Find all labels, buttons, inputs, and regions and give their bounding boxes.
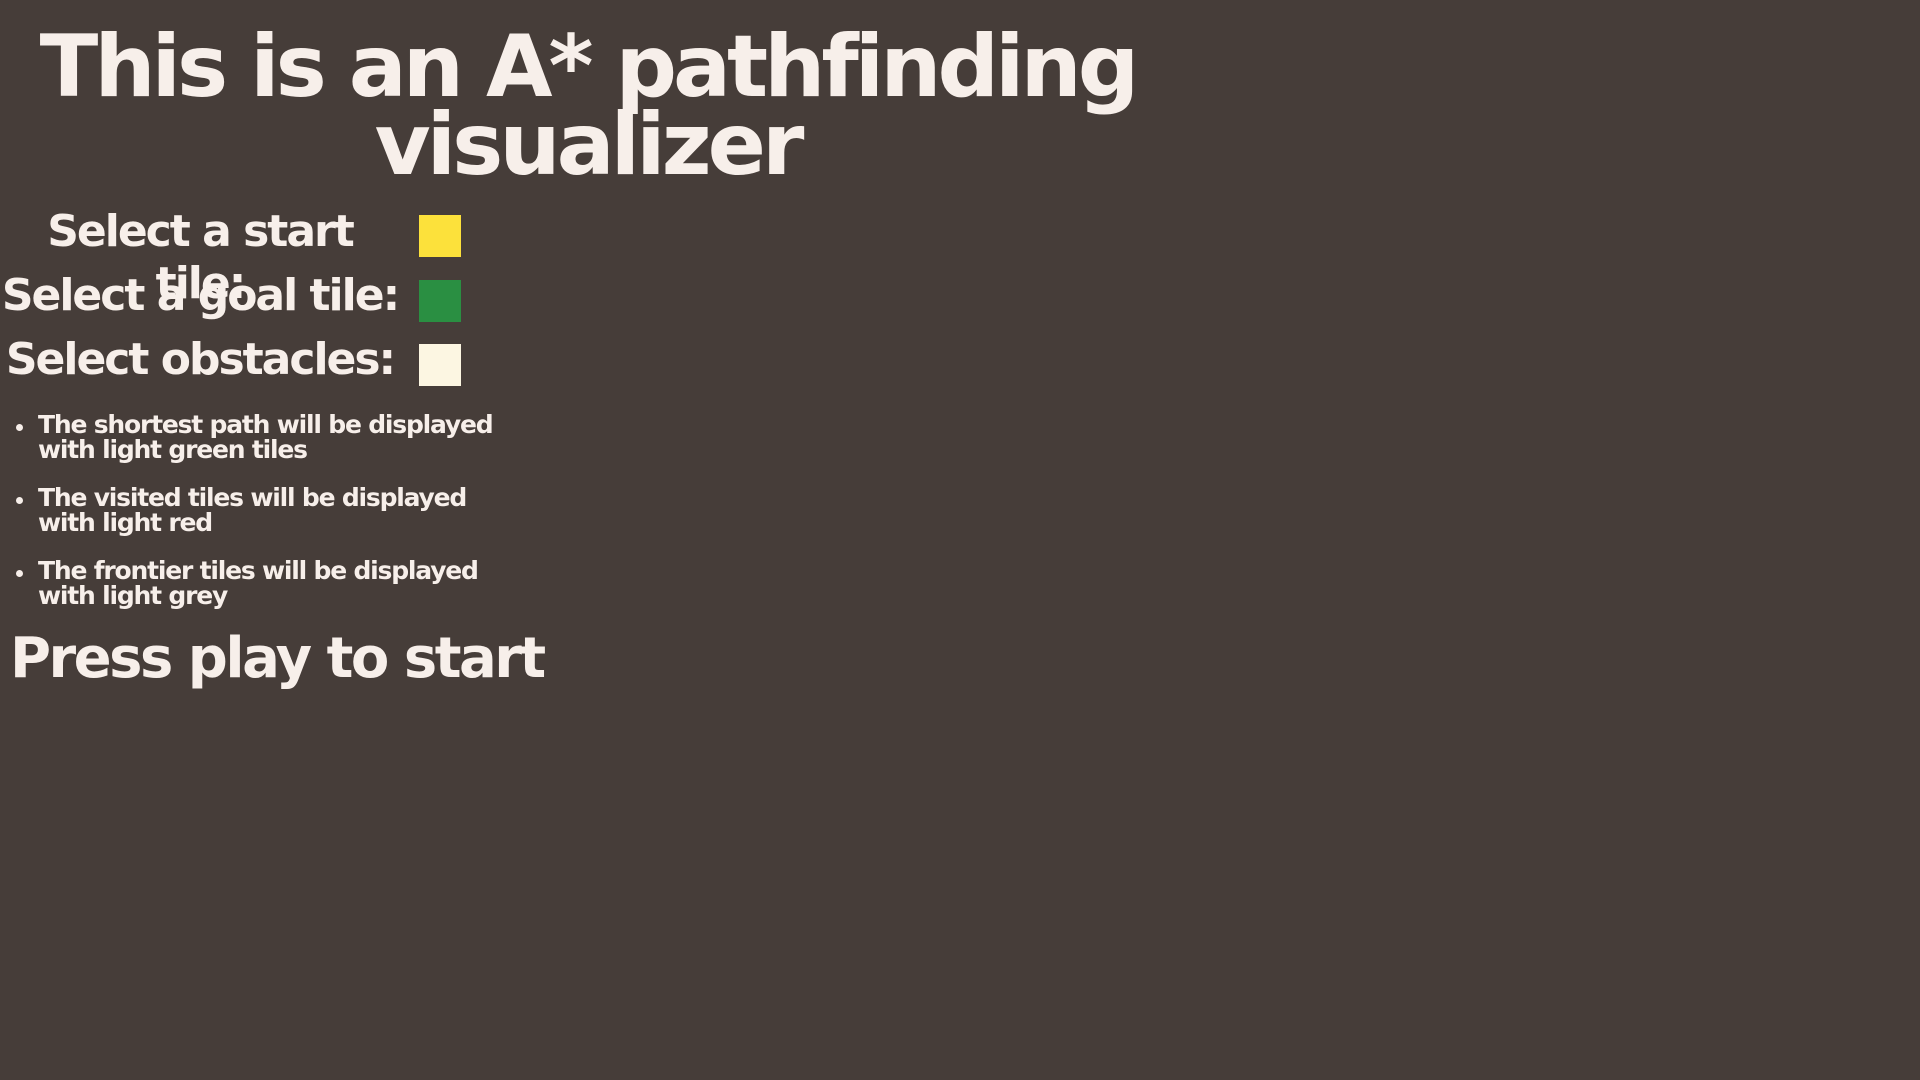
play-instruction: Press play to start (10, 626, 546, 691)
page-title-line-2: visualizer (374, 95, 805, 195)
start-tile-swatch[interactable] (419, 215, 461, 257)
bullet-dot-icon (16, 497, 23, 504)
legend-text-line-2: with light green tiles (38, 435, 308, 464)
page-title: This is an A* pathfinding visualizer (0, 24, 1175, 188)
obstacle-tile-swatch[interactable] (419, 344, 461, 386)
bullet-dot-icon (16, 570, 23, 577)
legend-text-line-2: with light grey (38, 581, 228, 610)
legend-list: The shortest path will be displayed with… (14, 412, 508, 631)
legend-item-shortest-path: The shortest path will be displayed with… (14, 412, 508, 462)
bullet-dot-icon (16, 424, 23, 431)
goal-tile-swatch[interactable] (419, 280, 461, 322)
legend-item-visited: The visited tiles will be displayed with… (14, 485, 508, 535)
goal-tile-label: Select a goal tile: (1, 270, 400, 321)
legend-item-frontier: The frontier tiles will be displayed wit… (14, 558, 508, 608)
obstacles-label: Select obstacles: (5, 334, 396, 385)
legend-text-line-2: with light red (38, 508, 213, 537)
